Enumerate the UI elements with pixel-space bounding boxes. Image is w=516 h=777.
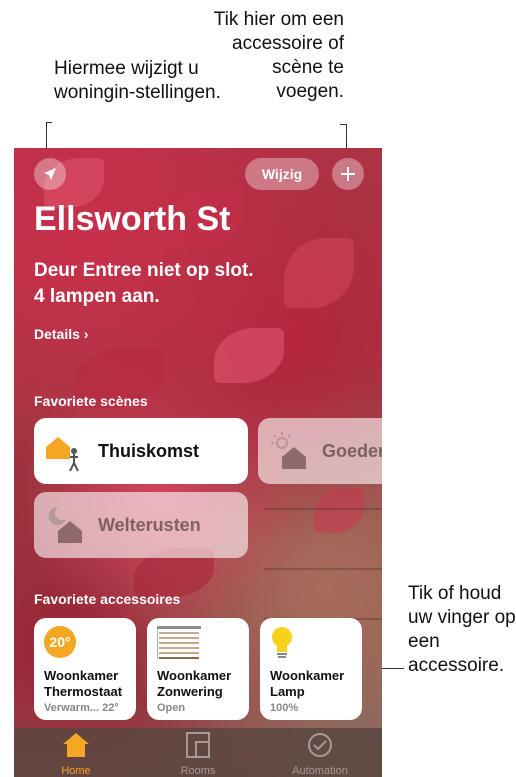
scene-label: Goeden xyxy=(322,440,382,461)
automation-icon xyxy=(308,733,332,757)
scene-label: Thuiskomst xyxy=(98,440,200,461)
accessory-state: Verwarm... 22° xyxy=(44,702,119,714)
callout-add-accessory: Tik hier om een accessoire of scène te v… xyxy=(213,9,344,102)
accessory-name-line: Woonkamer xyxy=(157,668,232,683)
leader-line-right-hook xyxy=(340,124,346,125)
good-night-icon xyxy=(44,503,88,547)
add-button[interactable] xyxy=(332,158,364,190)
tab-label: Automation xyxy=(292,765,348,777)
rooms-icon xyxy=(186,732,210,758)
tab-label: Rooms xyxy=(180,765,216,777)
accessory-tile-lamp[interactable]: Woonkamer Lamp 100% xyxy=(260,618,362,720)
location-arrow-icon xyxy=(44,168,56,180)
lightbulb-icon xyxy=(272,627,292,658)
fence-plank xyxy=(264,508,382,510)
accessory-name: Woonkamer Zonwering xyxy=(157,668,247,700)
location-button[interactable] xyxy=(34,158,66,190)
accessory-name-line: Zonwering xyxy=(157,684,223,699)
leader-line-left-hook xyxy=(46,122,52,123)
tab-home[interactable]: Home xyxy=(26,732,126,777)
accessory-tile-thermostat[interactable]: 20° Woonkamer Thermostaat Verwarm... 22° xyxy=(34,618,136,720)
blinds-icon xyxy=(157,626,201,659)
accessory-tile-blinds[interactable]: Woonkamer Zonwering Open xyxy=(147,618,249,720)
status-line: Deur Entree niet op slot. xyxy=(34,260,254,281)
wallpaper-leaf xyxy=(314,488,364,533)
edit-button[interactable]: Wijzig xyxy=(245,158,319,190)
plus-icon xyxy=(341,167,355,181)
tab-label: Home xyxy=(61,765,91,777)
accessory-name: Woonkamer Lamp xyxy=(270,668,360,700)
accessory-name: Woonkamer Thermostaat xyxy=(44,668,134,700)
arriving-home-icon xyxy=(44,429,88,473)
callout-accessory-tap: Tik of houd uw vinger op een accessoire. xyxy=(408,583,516,676)
tab-automation[interactable]: Automation xyxy=(270,732,370,777)
tab-bar: Home Rooms Automation xyxy=(14,728,382,777)
details-link[interactable]: Details › xyxy=(34,326,88,342)
fence-plank xyxy=(264,568,382,570)
good-morning-icon xyxy=(268,429,312,473)
home-status: Deur Entree niet op slot. 4 lampen aan. xyxy=(34,258,374,310)
home-screen: Wijzig Ellsworth St Deur Entree niet op … xyxy=(14,148,382,777)
accessory-name-line: Woonkamer xyxy=(270,668,345,683)
accessory-name-line: Woonkamer xyxy=(44,668,119,683)
scene-goeden[interactable]: Goeden xyxy=(258,418,382,484)
favorite-accessories-title: Favoriete accessoires xyxy=(34,591,181,607)
scene-thuiskomst[interactable]: Thuiskomst xyxy=(34,418,248,484)
accessory-state: Open xyxy=(157,702,186,714)
home-title: Ellsworth St xyxy=(34,200,231,238)
callout-home-settings: Hiermee wijzigt u woningin-stellingen. xyxy=(54,58,221,103)
scene-welterusten[interactable]: Welterusten xyxy=(34,492,248,558)
accessory-state: 100% xyxy=(270,702,299,714)
favorite-scenes-title: Favoriete scènes xyxy=(34,393,148,409)
accessory-name-line: Thermostaat xyxy=(44,684,123,699)
scene-label: Welterusten xyxy=(98,514,201,535)
accessory-name-line: Lamp xyxy=(270,684,305,699)
home-icon xyxy=(63,733,89,757)
thermostat-icon: 20° xyxy=(44,626,76,658)
wallpaper-leaf xyxy=(214,328,284,383)
status-line: 4 lampen aan. xyxy=(34,286,160,307)
tab-rooms[interactable]: Rooms xyxy=(148,732,248,777)
